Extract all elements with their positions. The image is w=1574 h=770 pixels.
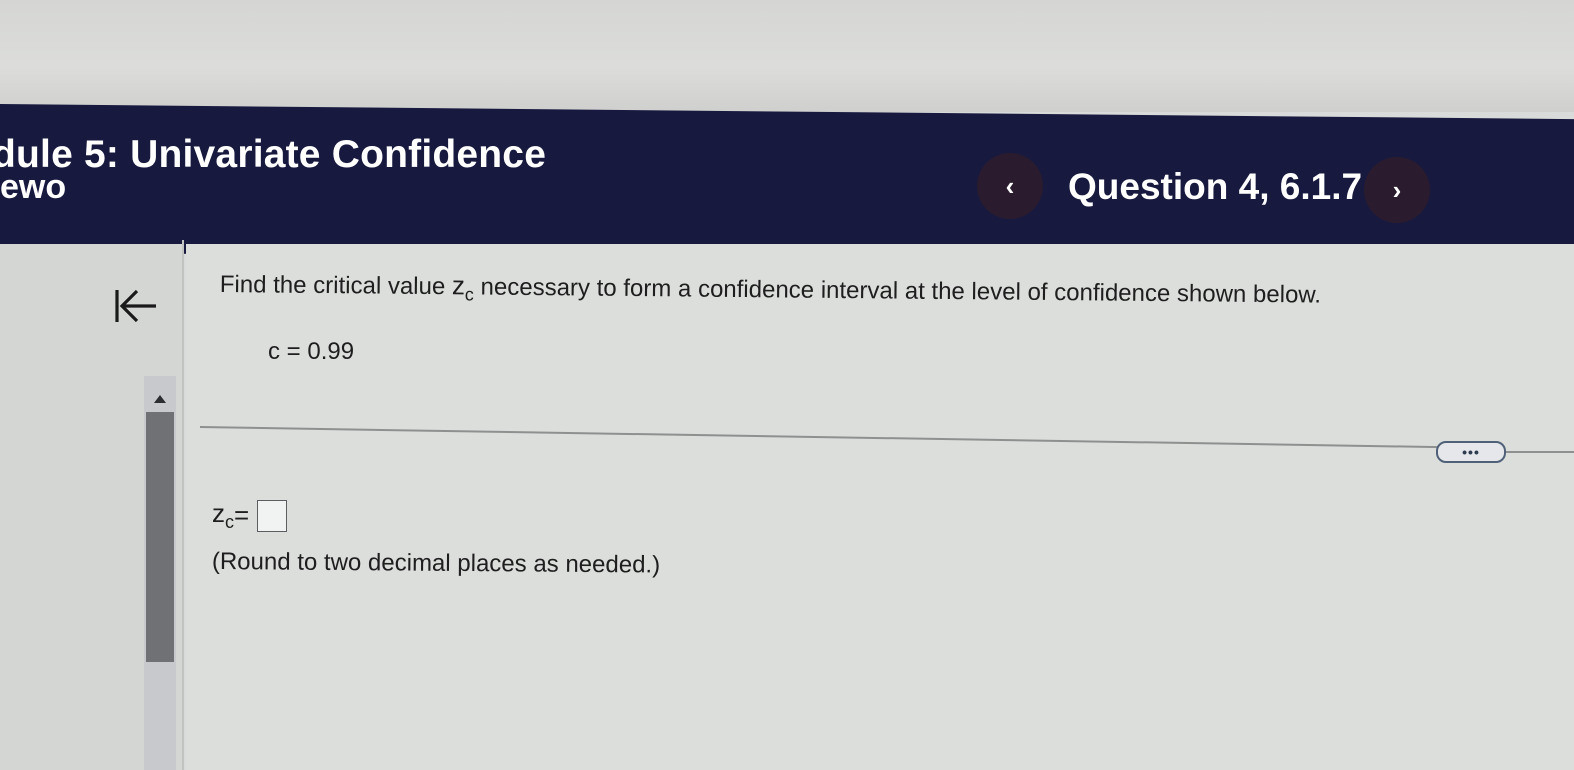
chevron-left-icon: ‹ [1005,170,1015,201]
module-subtitle: ewo [0,168,67,206]
scroll-up-button[interactable] [144,388,176,410]
vertical-scrollbar[interactable] [144,376,176,770]
answer-row: zc = [212,498,288,533]
browser-top-strip [0,0,1574,112]
prompt-variable-letter: z [451,270,466,301]
answer-variable: zc [212,498,234,533]
prompt-variable-subscript: c [464,284,474,305]
chevron-right-icon: › [1392,174,1402,205]
question-number: Question 4, 6.1.7 [1068,166,1363,207]
scroll-up-arrow-icon [154,395,166,403]
previous-question-button[interactable]: ‹ [977,153,1043,219]
scrollbar-thumb[interactable] [146,412,174,662]
answer-variable-letter: z [212,498,225,528]
question-panel [186,244,1574,770]
confidence-level: c = 0.99 [268,338,355,365]
back-to-start-icon [115,289,156,323]
rail-divider [182,240,184,770]
rounding-instruction: (Round to two decimal places as needed.) [211,548,661,579]
answer-input[interactable] [257,499,288,532]
answer-variable-subscript: c [225,512,234,532]
section-divider-right [1502,451,1574,453]
next-question-button[interactable]: › [1364,157,1430,223]
equals-sign: = [234,500,250,530]
module-title: dule 5: Univariate Confidence [0,133,547,176]
prompt-variable: zc [451,270,474,304]
back-to-start-button[interactable] [106,282,160,330]
more-options-button[interactable]: ••• [1436,441,1506,463]
prompt-text-end: necessary to form a confidence interval … [473,273,1322,309]
prompt-text-start: Find the critical value [219,270,453,301]
